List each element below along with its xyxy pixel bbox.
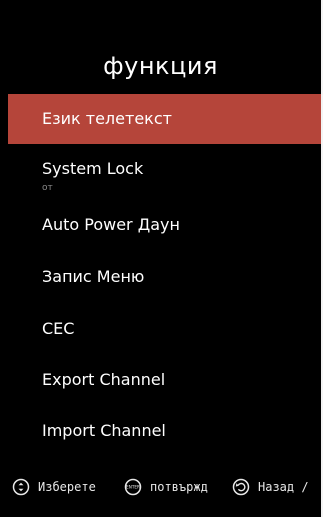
menu-title: функция bbox=[103, 52, 218, 80]
menu-item-import-channel[interactable]: Import Channel bbox=[8, 406, 321, 456]
menu-item-record-menu[interactable]: Запис Меню bbox=[8, 252, 321, 302]
footer-select-hint: Изберете bbox=[12, 476, 96, 498]
footer-confirm-hint: ENTER потвържд bbox=[124, 476, 208, 498]
enter-icon: ENTER bbox=[124, 478, 142, 496]
menu-item-label: Export Channel bbox=[42, 370, 166, 389]
menu-item-auto-power-down[interactable]: Auto Power Даун bbox=[8, 200, 321, 250]
menu-item-label: Import Channel bbox=[42, 421, 166, 440]
menu-item-label: CEC bbox=[42, 319, 75, 338]
menu-item-label: Auto Power Даун bbox=[42, 215, 180, 234]
settings-panel: функция Език телетекст System Lock от Au… bbox=[0, 0, 321, 517]
footer-back-hint: Назад / bbox=[232, 476, 309, 498]
menu-item-label: Запис Меню bbox=[42, 267, 145, 286]
up-down-arrows-icon bbox=[12, 478, 30, 496]
footer-hints: Изберете ENTER потвържд Назад / bbox=[8, 476, 321, 498]
footer-select-label: Изберете bbox=[38, 480, 96, 494]
back-arrow-icon bbox=[232, 478, 250, 496]
menu-item-label: System Lock bbox=[42, 159, 144, 178]
menu-item-export-channel[interactable]: Export Channel bbox=[8, 355, 321, 405]
menu-item-label: Език телетекст bbox=[42, 109, 172, 128]
menu-item-value: от bbox=[42, 183, 53, 193]
menu-item-system-lock[interactable]: System Lock от bbox=[8, 144, 321, 194]
menu-item-cec[interactable]: CEC bbox=[8, 304, 321, 354]
enter-badge-text: ENTER bbox=[126, 485, 140, 490]
menu-item-teletext-language[interactable]: Език телетекст bbox=[8, 94, 321, 144]
footer-back-label: Назад / bbox=[258, 480, 309, 494]
footer-confirm-label: потвържд bbox=[150, 480, 208, 494]
